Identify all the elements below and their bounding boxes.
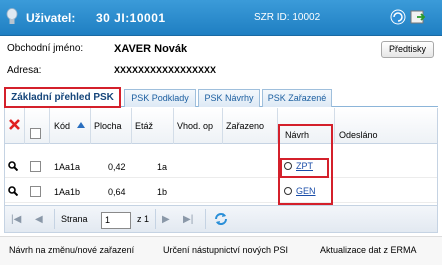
tab-strip: Základní přehled PSK PSK Podklady PSK Ná… [4, 87, 438, 108]
cell-plocha: 0,42 [108, 162, 126, 172]
column-navrh[interactable]: Návrh [285, 130, 309, 140]
psk-grid: Kód Plocha Etáž Vhod. op Zařazeno Návrh … [4, 108, 438, 205]
column-kod[interactable]: Kód [54, 121, 70, 131]
export-icon[interactable] [410, 9, 426, 25]
cell-etaz: 1a [157, 162, 168, 172]
column-plocha[interactable]: Plocha [94, 121, 122, 131]
company-name-value: XAVER Novák [114, 43, 188, 55]
proposal-icon [284, 162, 292, 170]
propose-change-button[interactable]: Návrh na změnu/nové zařazení [9, 245, 134, 255]
column-etaz[interactable]: Etáž [135, 121, 153, 131]
address-value: XXXXXXXXXXXXXXXXX [114, 65, 217, 75]
page-label: Strana [61, 214, 88, 224]
column-vhod-op[interactable]: Vhod. op [177, 121, 213, 131]
grid-header: Kód Plocha Etáž Vhod. op Zařazeno Návrh … [5, 108, 437, 144]
action-bar: Návrh na změnu/nové zařazení Určení nást… [0, 236, 442, 265]
company-name-label: Obchodní jméno: [7, 43, 84, 54]
row-checkbox[interactable] [30, 161, 41, 172]
page-number-input[interactable]: 1 [101, 212, 131, 229]
row-checkbox[interactable] [30, 186, 41, 197]
user-label: Uživatel: [26, 11, 76, 25]
refresh-icon[interactable] [213, 211, 229, 227]
cell-plocha: 0,64 [108, 187, 126, 197]
magnifier-icon[interactable] [8, 186, 18, 196]
column-zarazeno[interactable]: Zařazeno [226, 121, 264, 131]
proposal-link[interactable]: GEN [296, 186, 316, 196]
update-erma-button[interactable]: Aktualizace dat z ERMA [320, 245, 417, 255]
tab-basic-overview[interactable]: Základní přehled PSK [4, 87, 121, 108]
title-bar: Uživatel: 30 JI:10001 SZR ID: 10002 [0, 0, 442, 36]
cell-kod: 1Aa1b [54, 187, 81, 197]
tab-psk-podklady[interactable]: PSK Podklady [124, 89, 196, 107]
refresh-globe-icon[interactable] [390, 9, 406, 25]
page-count: z 1 [137, 214, 150, 224]
select-all-checkbox[interactable] [30, 128, 41, 139]
cell-kod: 1Aa1a [54, 162, 81, 172]
pagination-bar: |◀ ◀ Strana 1 z 1 ▶ ▶| [4, 205, 438, 233]
first-page-icon[interactable]: |◀ [11, 214, 21, 225]
user-value: 30 JI:10001 [96, 11, 166, 25]
proposal-link[interactable]: ZPT [296, 161, 313, 171]
cell-etaz: 1b [157, 187, 168, 197]
proposal-icon [284, 187, 292, 195]
determine-successors-button[interactable]: Určení nástupnictví nových PSI [163, 245, 288, 255]
print-forms-button[interactable]: Předtisky [381, 41, 434, 58]
szr-label: SZR ID: [254, 12, 290, 23]
sort-ascending-icon [77, 122, 85, 128]
szr-id: SZR ID: 10002 [254, 12, 320, 23]
tab-psk-zarazene[interactable]: PSK Zařazené [262, 89, 332, 107]
table-row[interactable]: 1Aa1a 0,42 1a ZPT [5, 156, 437, 178]
delete-icon[interactable] [9, 119, 20, 130]
magnifier-icon[interactable] [8, 161, 18, 171]
address-label: Adresa: [7, 65, 42, 76]
szr-value: 10002 [292, 12, 321, 23]
previous-page-icon[interactable]: ◀ [35, 214, 43, 225]
next-page-icon[interactable]: ▶ [162, 214, 170, 225]
column-odeslano[interactable]: Odesláno [339, 130, 378, 140]
tab-psk-navrhy[interactable]: PSK Návrhy [198, 89, 260, 107]
last-page-icon[interactable]: ▶| [183, 214, 193, 225]
table-row[interactable]: 1Aa1b 0,64 1b GEN [5, 181, 437, 203]
lightbulb-icon [6, 8, 18, 24]
